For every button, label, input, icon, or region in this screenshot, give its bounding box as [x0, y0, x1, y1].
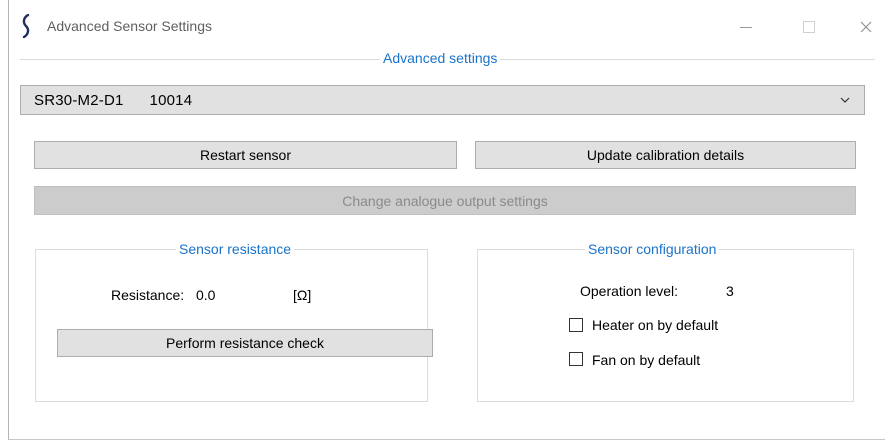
sensor-resistance-legend: Sensor resistance: [176, 241, 295, 257]
fan-default-checkbox[interactable]: [569, 352, 583, 366]
change-analogue-output-button: Change analogue output settings: [34, 186, 856, 215]
sensor-select[interactable]: SR30-M2-D1 10014: [20, 85, 865, 115]
maximize-button[interactable]: [789, 12, 829, 42]
restart-sensor-button[interactable]: Restart sensor: [34, 141, 457, 169]
heater-default-checkbox[interactable]: [569, 318, 583, 332]
app-logo-icon: [22, 14, 30, 38]
update-calibration-button[interactable]: Update calibration details: [475, 141, 856, 169]
minimize-icon: [740, 26, 752, 28]
heater-default-label[interactable]: Heater on by default: [592, 317, 718, 333]
sensor-model: SR30-M2-D1: [34, 91, 124, 109]
operation-level-value: 3: [726, 283, 734, 299]
perform-resistance-check-button[interactable]: Perform resistance check: [57, 329, 433, 357]
resistance-unit: [Ω]: [293, 287, 312, 303]
operation-level-label: Operation level:: [580, 283, 679, 299]
sensor-serial: 10014: [149, 91, 193, 109]
close-icon: [860, 21, 872, 33]
chevron-down-icon[interactable]: [835, 92, 855, 108]
resistance-value: 0.0: [196, 287, 216, 303]
sensor-resistance-group: [35, 249, 428, 402]
fan-default-label[interactable]: Fan on by default: [592, 352, 700, 368]
resistance-label: Resistance:: [111, 287, 185, 303]
maximize-icon: [803, 21, 815, 33]
close-button[interactable]: [846, 12, 885, 42]
sensor-configuration-legend: Sensor configuration: [585, 241, 720, 257]
window-title: Advanced Sensor Settings: [47, 18, 212, 34]
advanced-settings-legend: Advanced settings: [380, 50, 501, 66]
minimize-button[interactable]: [726, 12, 766, 42]
